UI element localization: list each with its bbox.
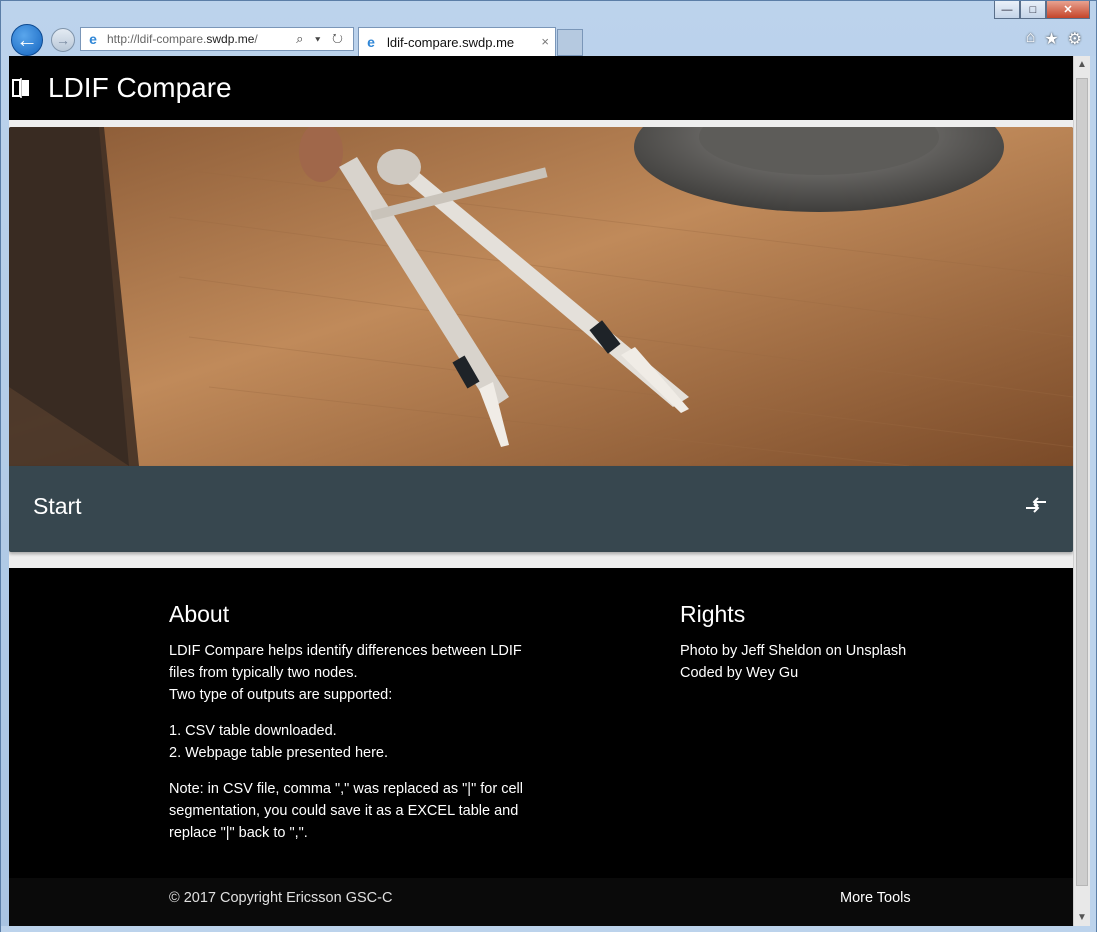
window-controls: — □ ✕	[994, 1, 1090, 19]
minimize-button[interactable]: —	[994, 1, 1020, 19]
home-icon[interactable]: ⌂	[1026, 29, 1036, 49]
start-panel[interactable]: Start	[9, 466, 1073, 552]
about-intro-text: LDIF Compare helps identify differences …	[169, 643, 522, 681]
new-tab-button[interactable]	[557, 29, 583, 56]
compare-logo-icon	[12, 78, 29, 98]
about-outputs-list: 1. CSV table downloaded. 2. Webpage table…	[169, 720, 529, 764]
close-window-button[interactable]: ✕	[1046, 1, 1090, 19]
window-frame-bottom	[1, 926, 1096, 932]
rights-heading: Rights	[680, 601, 746, 627]
scroll-up-arrow-icon[interactable]: ▲	[1074, 56, 1090, 73]
settings-gear-icon[interactable]: ⚙	[1068, 29, 1082, 49]
more-tools-link[interactable]: More Tools	[840, 890, 911, 906]
forward-arrow-icon: →	[56, 32, 70, 48]
compass-photo-image	[9, 127, 1073, 466]
window-frame-right	[1090, 56, 1096, 926]
address-prefix: http://ldif-compare.	[107, 32, 207, 46]
hero-image	[9, 127, 1073, 466]
vertical-scrollbar[interactable]: ▲ ▼	[1073, 56, 1090, 926]
start-title: Start	[33, 493, 82, 519]
rights-section: Rights Photo by Jeff Sheldon on Unsplash…	[680, 600, 980, 698]
browser-tab[interactable]: e ldif-compare.swdp.me ×	[358, 27, 556, 56]
coder-credit-text: Coded by Wey Gu	[680, 665, 799, 681]
scroll-down-arrow-icon[interactable]: ▼	[1074, 909, 1090, 926]
address-url[interactable]: http://ldif-compare.swdp.me/	[107, 32, 258, 46]
browser-right-tools: ⌂ ★ ⚙	[1026, 29, 1082, 49]
browser-window: — □ ✕ ← → e http://ldif-compare.swdp.me/…	[0, 0, 1097, 932]
app-header: LDIF Compare	[9, 56, 1073, 120]
back-arrow-icon: ←	[16, 27, 38, 52]
back-button[interactable]: ←	[11, 24, 43, 56]
about-note: Note: in CSV file, comma "," was replace…	[169, 781, 523, 841]
photo-credit-text: Photo by Jeff Sheldon on Unsplash	[680, 643, 907, 659]
app-title: LDIF Compare	[48, 72, 232, 103]
address-bar[interactable]: e http://ldif-compare.swdp.me/ ⌕ ▾ ↻	[80, 27, 354, 51]
address-domain: swdp.me	[206, 32, 255, 46]
list-item: 1. CSV table downloaded.	[169, 723, 337, 739]
list-item: 2. Webpage table presented here.	[169, 745, 389, 761]
compare-arrows-icon[interactable]	[1025, 496, 1047, 514]
page-viewport: LDIF Compare Start About LDIF Compare he…	[9, 56, 1073, 926]
about-intro2-text: Two type of outputs are supported:	[169, 687, 393, 703]
footer-copyright-bar: © 2017 Copyright Ericsson GSC-C More Too…	[9, 878, 1073, 926]
copyright-text: © 2017 Copyright Ericsson GSC-C	[169, 890, 393, 906]
address-tools[interactable]: ⌕ ▾ ↻	[296, 31, 347, 47]
ie-logo-icon: e	[89, 31, 97, 47]
tab-label: ldif-compare.swdp.me	[387, 34, 515, 50]
forward-button[interactable]: →	[51, 28, 75, 52]
about-heading: About	[169, 601, 230, 627]
scrollbar-thumb[interactable]	[1076, 78, 1088, 886]
maximize-button[interactable]: □	[1020, 1, 1046, 19]
favorites-star-icon[interactable]: ★	[1044, 29, 1058, 49]
title-bar: — □ ✕	[1, 1, 1096, 23]
rights-lines: Photo by Jeff Sheldon on Unsplash Coded b…	[680, 640, 980, 684]
browser-navbar: ← → e http://ldif-compare.swdp.me/ ⌕ ▾ ↻…	[1, 23, 1096, 56]
address-suffix: /	[254, 32, 258, 46]
about-section: About LDIF Compare helps identify differ…	[169, 600, 529, 858]
tab-favicon-icon: e	[367, 34, 375, 50]
page-footer: About LDIF Compare helps identify differ…	[9, 568, 1073, 926]
about-intro: LDIF Compare helps identify differences …	[169, 640, 529, 706]
tab-close-icon[interactable]: ×	[541, 34, 549, 49]
